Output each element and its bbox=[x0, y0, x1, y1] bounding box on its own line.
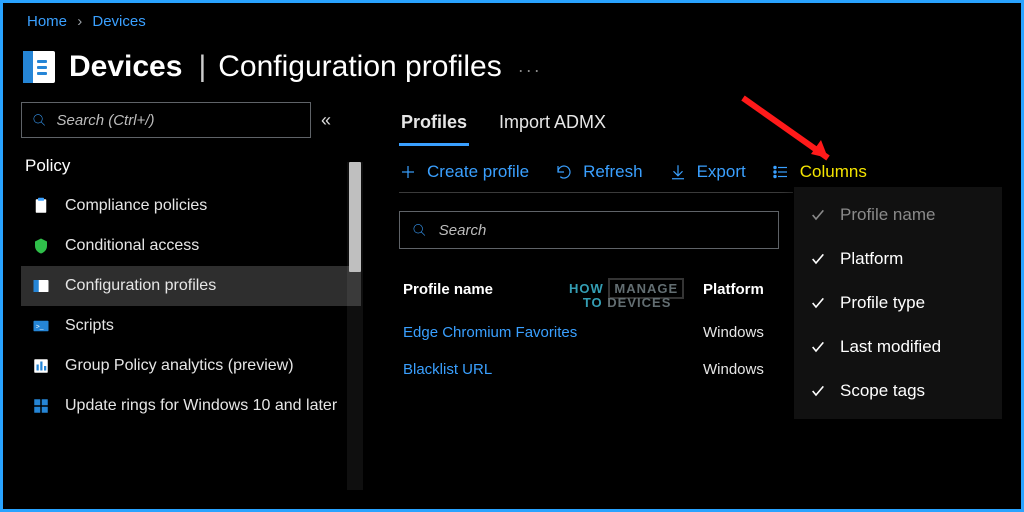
more-icon[interactable]: ··· bbox=[518, 60, 542, 81]
windows-icon bbox=[31, 396, 51, 416]
sidebar-nav: Compliance policies Conditional access C… bbox=[21, 186, 361, 426]
download-icon bbox=[669, 163, 687, 181]
plus-icon bbox=[399, 163, 417, 181]
breadcrumb: Home › Devices bbox=[21, 9, 1003, 38]
columns-option-label: Platform bbox=[840, 249, 903, 269]
columns-option-label: Last modified bbox=[840, 337, 941, 357]
profile-link[interactable]: Edge Chromium Favorites bbox=[403, 324, 643, 341]
page-title-strong: Devices bbox=[69, 50, 182, 84]
sidebar-item-compliance-policies[interactable]: Compliance policies bbox=[21, 186, 361, 226]
sidebar-item-label: Configuration profiles bbox=[65, 276, 351, 295]
columns-dropdown: Profile name Platform Profile type Last … bbox=[793, 186, 1003, 420]
refresh-button[interactable]: Refresh bbox=[555, 162, 643, 182]
tab-profiles[interactable]: Profiles bbox=[399, 106, 469, 146]
sidebar-scrollbar[interactable] bbox=[347, 162, 363, 490]
sidebar-item-update-rings[interactable]: Update rings for Windows 10 and later bbox=[21, 386, 361, 426]
columns-option-profile-name[interactable]: Profile name bbox=[794, 193, 1002, 237]
sidebar-item-group-policy-analytics[interactable]: Group Policy analytics (preview) bbox=[21, 346, 361, 386]
search-icon bbox=[32, 112, 47, 128]
tab-import-admx[interactable]: Import ADMX bbox=[497, 106, 608, 146]
sidebar-item-scripts[interactable]: >_ Scripts bbox=[21, 306, 361, 346]
columns-option-scope-tags[interactable]: Scope tags bbox=[794, 369, 1002, 413]
columns-option-label: Scope tags bbox=[840, 381, 925, 401]
sidebar-item-configuration-profiles[interactable]: Configuration profiles bbox=[21, 266, 361, 306]
export-label: Export bbox=[697, 162, 746, 182]
scrollbar-thumb[interactable] bbox=[349, 162, 361, 272]
columns-option-last-modified[interactable]: Last modified bbox=[794, 325, 1002, 369]
terminal-icon: >_ bbox=[31, 316, 51, 336]
check-icon bbox=[810, 295, 826, 311]
sidebar: « Policy Compliance policies Conditional… bbox=[21, 102, 361, 490]
search-icon bbox=[412, 222, 427, 238]
check-icon bbox=[810, 383, 826, 399]
profile-link[interactable]: Blacklist URL bbox=[403, 361, 643, 378]
watermark: HOW MANAGE TO DEVICES bbox=[569, 282, 684, 311]
collapse-sidebar-icon[interactable]: « bbox=[321, 110, 331, 131]
analytics-icon bbox=[31, 356, 51, 376]
sidebar-item-conditional-access[interactable]: Conditional access bbox=[21, 226, 361, 266]
columns-option-label: Profile name bbox=[840, 205, 935, 225]
check-icon bbox=[810, 207, 826, 223]
check-icon bbox=[810, 339, 826, 355]
breadcrumb-devices[interactable]: Devices bbox=[92, 13, 145, 30]
profiles-search-input[interactable] bbox=[439, 222, 766, 239]
columns-option-platform[interactable]: Platform bbox=[794, 237, 1002, 281]
columns-option-profile-type[interactable]: Profile type bbox=[794, 281, 1002, 325]
sidebar-item-label: Compliance policies bbox=[65, 196, 351, 215]
breadcrumb-home[interactable]: Home bbox=[27, 13, 67, 30]
sidebar-item-label: Scripts bbox=[65, 316, 351, 335]
sidebar-section-policy: Policy bbox=[25, 156, 361, 176]
page-title-rest: Configuration profiles bbox=[218, 50, 502, 84]
sidebar-item-label: Group Policy analytics (preview) bbox=[65, 356, 351, 375]
sidebar-search[interactable] bbox=[21, 102, 311, 138]
svg-text:>_: >_ bbox=[36, 323, 44, 330]
devices-icon bbox=[23, 51, 55, 83]
tabs: Profiles Import ADMX bbox=[399, 106, 1003, 146]
page-title: Devices | Configuration profiles ··· bbox=[69, 50, 542, 84]
page-title-row: Devices | Configuration profiles ··· bbox=[21, 38, 1003, 102]
main-panel: Profiles Import ADMX Create profile Refr… bbox=[379, 102, 1003, 490]
sidebar-item-label: Conditional access bbox=[65, 236, 351, 255]
columns-label: Columns bbox=[800, 162, 867, 182]
sidebar-item-label: Update rings for Windows 10 and later bbox=[65, 396, 351, 415]
columns-button[interactable]: Columns bbox=[772, 162, 867, 182]
clipboard-icon bbox=[31, 196, 51, 216]
chevron-right-icon: › bbox=[77, 13, 82, 30]
list-icon bbox=[772, 163, 790, 181]
check-icon bbox=[810, 251, 826, 267]
toolbar: Create profile Refresh Export Columns bbox=[399, 162, 1003, 182]
create-profile-button[interactable]: Create profile bbox=[399, 162, 529, 182]
profiles-search[interactable] bbox=[399, 211, 779, 249]
profile-icon bbox=[31, 276, 51, 296]
create-profile-label: Create profile bbox=[427, 162, 529, 182]
export-button[interactable]: Export bbox=[669, 162, 746, 182]
shield-icon bbox=[31, 236, 51, 256]
sidebar-search-input[interactable] bbox=[57, 112, 300, 129]
refresh-label: Refresh bbox=[583, 162, 643, 182]
columns-option-label: Profile type bbox=[840, 293, 925, 313]
refresh-icon bbox=[555, 163, 573, 181]
